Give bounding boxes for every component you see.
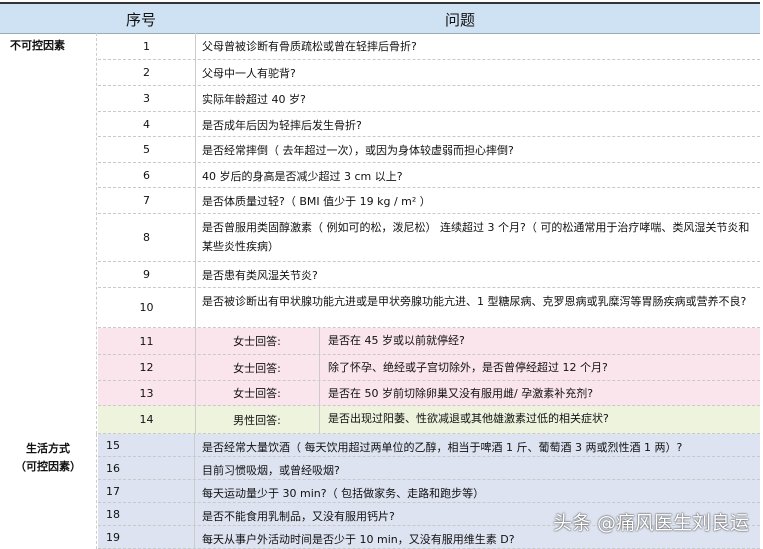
respondent-label: 女士回答: bbox=[195, 355, 320, 380]
question-text: 实际年龄超过 40 岁? bbox=[202, 93, 306, 106]
respondent-label: 女士回答: bbox=[195, 381, 320, 405]
row-number: 19 bbox=[98, 526, 195, 548]
question-text: 40 岁后的身高是否减少超过 3 cm 以上? bbox=[202, 170, 403, 183]
row-number: 13 bbox=[98, 381, 196, 405]
table-row: 14 男性回答: 是否出现过阳萎、性欲减退或其他雄激素过低的相关症状? bbox=[98, 406, 760, 434]
table-row: 7 是否体质量过轻?（ BMI 值少于 19 kg / m² ） bbox=[98, 188, 760, 214]
table-row: 3 实际年龄超过 40 岁? bbox=[98, 86, 760, 112]
table-row: 11 女士回答: 是否在 45 岁或以前就停经? bbox=[98, 328, 760, 355]
question-text: 是否体质量过轻?（ BMI 值少于 19 kg / m² ） bbox=[202, 195, 431, 208]
question-text: 父母中一人有驼背? bbox=[202, 67, 296, 80]
table-row: 12 女士回答: 除了怀孕、绝经或子宫切除外，是否曾停经超过 12 个月? bbox=[98, 355, 760, 381]
header-question: 问题 bbox=[445, 11, 476, 29]
row-number: 7 bbox=[98, 188, 196, 213]
category-lifestyle-line2: （可控因素） bbox=[15, 460, 81, 473]
row-number: 6 bbox=[98, 163, 196, 187]
table-row: 1 父母曾被诊断有骨质疏松或曾在轻摔后骨折? bbox=[98, 33, 760, 60]
table-row: 17 每天运动量少于 30 min?（ 包括做家务、走路和跑步等） bbox=[98, 480, 760, 503]
question-text: 是否在 50 岁前切除卵巢又没有服用雌/ 孕激素补充剂? bbox=[328, 387, 594, 400]
row-number: 11 bbox=[98, 328, 196, 354]
question-text: 每天运动量少于 30 min?（ 包括做家务、走路和跑步等） bbox=[202, 487, 485, 500]
row-number: 1 bbox=[98, 33, 196, 59]
table-row: 10 是否被诊断出有甲状腺功能亢进或是甲状旁腺功能亢进、1 型糖尿病、克罗恩病或乳… bbox=[98, 288, 760, 328]
question-text: 是否出现过阳萎、性欲减退或其他雄激素过低的相关症状? bbox=[328, 412, 609, 425]
category-lifestyle-line1: 生活方式 bbox=[26, 442, 70, 455]
row-number: 12 bbox=[98, 355, 196, 380]
row-number: 17 bbox=[98, 480, 195, 502]
row-number: 5 bbox=[98, 137, 196, 162]
table-header: 序号 问题 bbox=[0, 4, 760, 34]
category-uncontrollable: 不可控因素 bbox=[0, 33, 97, 434]
row-number: 9 bbox=[98, 262, 196, 287]
question-text: 是否曾服用类固醇激素（ 例如可的松，泼尼松） 连续超过 3 个月?（ 可的松通常… bbox=[202, 221, 750, 253]
row-number: 16 bbox=[98, 457, 195, 479]
watermark: 头条 @痛风医生刘良运 bbox=[552, 512, 749, 534]
question-text: 目前习惯吸烟，或曾经吸烟? bbox=[202, 464, 340, 477]
table-row: 9 是否患有类风湿关节炎? bbox=[98, 262, 760, 288]
respondent-label: 女士回答: bbox=[195, 328, 320, 354]
table-row: 2 父母中一人有驼背? bbox=[98, 60, 760, 86]
table-row: 6 40 岁后的身高是否减少超过 3 cm 以上? bbox=[98, 163, 760, 188]
respondent-label: 男性回答: bbox=[195, 406, 320, 433]
question-text: 是否经常大量饮酒（ 每天饮用超过两单位的乙醇，相当于啤酒 1 斤、葡萄酒 3 两… bbox=[202, 441, 683, 454]
question-text: 是否在 45 岁或以前就停经? bbox=[328, 334, 465, 347]
row-number: 2 bbox=[98, 60, 196, 85]
row-number: 8 bbox=[98, 214, 196, 261]
table-row: 13 女士回答: 是否在 50 岁前切除卵巢又没有服用雌/ 孕激素补充剂? bbox=[98, 381, 760, 406]
table-row: 5 是否经常摔倒（ 去年超过一次），或因为身体较虚弱而担心摔倒? bbox=[98, 137, 760, 163]
question-text: 是否被诊断出有甲状腺功能亢进或是甲状旁腺功能亢进、1 型糖尿病、克罗恩病或乳糜泻… bbox=[202, 295, 747, 308]
row-number: 3 bbox=[98, 86, 196, 111]
row-number: 14 bbox=[98, 406, 196, 433]
table-row: 16 目前习惯吸烟，或曾经吸烟? bbox=[98, 457, 760, 480]
question-text: 除了怀孕、绝经或子宫切除外，是否曾停经超过 12 个月? bbox=[328, 361, 608, 374]
table-row: 15 是否经常大量饮酒（ 每天饮用超过两单位的乙醇，相当于啤酒 1 斤、葡萄酒 3… bbox=[98, 434, 760, 457]
header-number: 序号 bbox=[126, 11, 157, 29]
question-text: 父母曾被诊断有骨质疏松或曾在轻摔后骨折? bbox=[202, 40, 417, 53]
question-text: 是否患有类风湿关节炎? bbox=[202, 269, 318, 282]
row-number: 18 bbox=[98, 503, 195, 525]
table-row: 4 是否成年后因为轻摔后发生骨折? bbox=[98, 112, 760, 137]
row-number: 15 bbox=[98, 434, 195, 456]
question-text: 是否经常摔倒（ 去年超过一次），或因为身体较虚弱而担心摔倒? bbox=[202, 144, 514, 157]
question-text: 是否成年后因为轻摔后发生骨折? bbox=[202, 119, 362, 132]
row-number: 4 bbox=[98, 112, 196, 136]
category-lifestyle: 生活方式 （可控因素） bbox=[0, 434, 97, 549]
row-number: 10 bbox=[98, 288, 196, 327]
table-row: 8 是否曾服用类固醇激素（ 例如可的松，泼尼松） 连续超过 3 个月?（ 可的松通… bbox=[98, 214, 760, 262]
